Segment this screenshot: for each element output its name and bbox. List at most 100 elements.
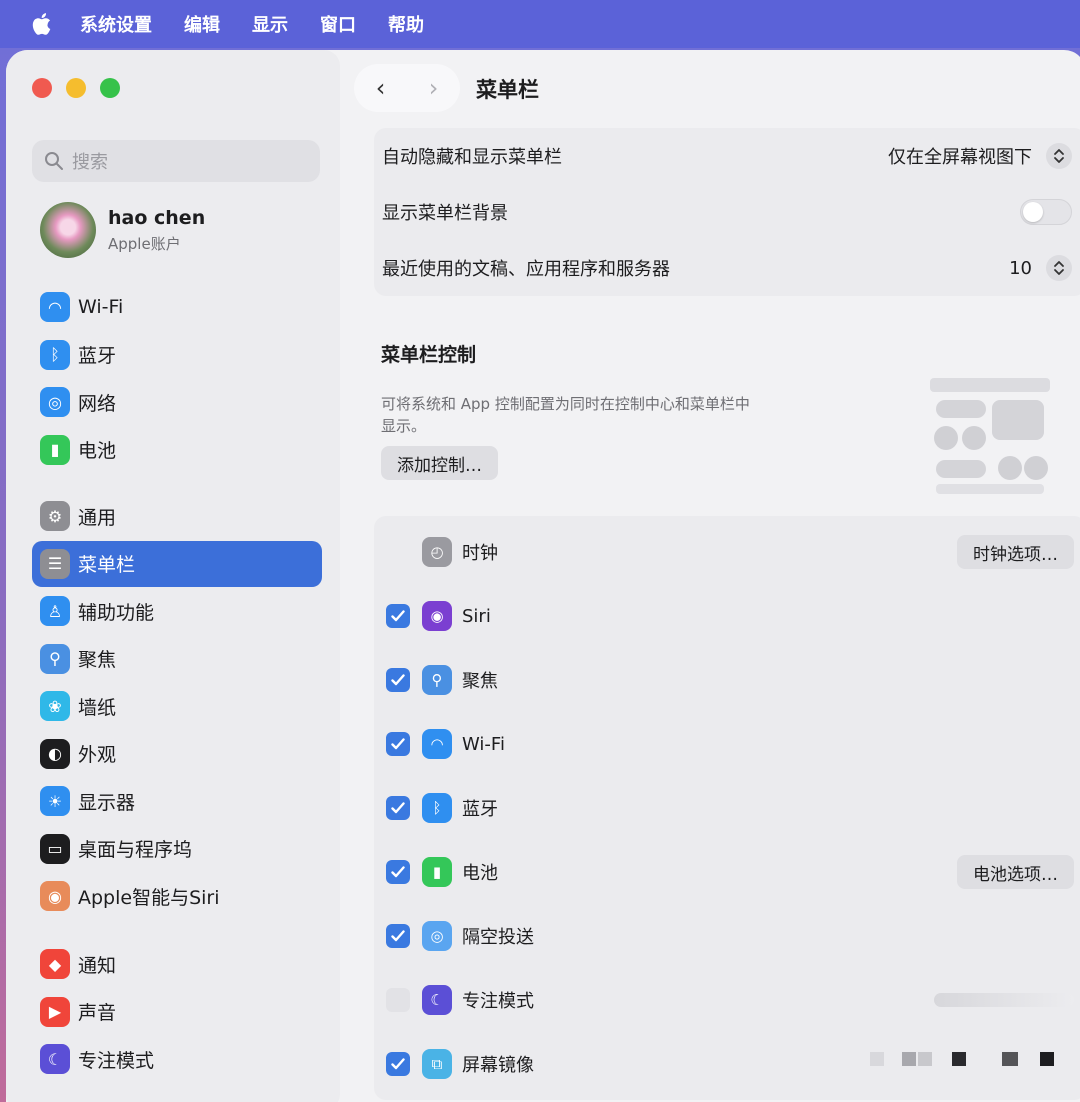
setting-row-recent: 最近使用的文稿、应用程序和服务器 10 bbox=[374, 240, 1080, 296]
airdrop-icon: ◎ bbox=[422, 921, 452, 951]
sidebar-item-label: 电池 bbox=[78, 440, 117, 462]
sidebar-item[interactable]: ❀ 墙纸 bbox=[32, 683, 322, 729]
checkmark-icon bbox=[391, 802, 405, 814]
show-menubar-background-toggle[interactable] bbox=[1020, 199, 1072, 225]
setting-label: 显示菜单栏背景 bbox=[382, 203, 508, 224]
sidebar-item-label: Apple智能与Siri bbox=[78, 886, 220, 909]
item-label: 电池 bbox=[462, 863, 498, 884]
menubar-icon: ☰ bbox=[40, 548, 70, 579]
minimize-window-button[interactable] bbox=[66, 78, 86, 98]
sidebar-item[interactable]: ⚙ 通用 bbox=[32, 493, 322, 539]
chevron-updown-icon bbox=[1054, 261, 1064, 275]
apple-logo-icon[interactable] bbox=[30, 11, 52, 37]
sound-icon: ▶ bbox=[40, 996, 70, 1027]
list-item: ▮ 电池 电池选项… bbox=[374, 840, 1080, 904]
sidebar: 搜索 hao chen Apple账户 ◠ Wi-Fi ᛒ 蓝牙 ◎ 网络 ▮ 电池 ⚙ 通用 ☰… bbox=[6, 50, 340, 1102]
sidebar-item[interactable]: ▶ 声音 bbox=[32, 989, 322, 1035]
checkmark-icon bbox=[391, 610, 405, 622]
sidebar-item-label: 墙纸 bbox=[78, 696, 117, 719]
sidebar-item-label: Wi-Fi bbox=[78, 296, 124, 318]
list-item: ◠ Wi-Fi bbox=[374, 712, 1080, 776]
list-item: ◎ 隔空投送 bbox=[374, 904, 1080, 968]
back-button[interactable]: ‹ bbox=[376, 74, 386, 102]
sidebar-item[interactable]: ᛒ 蓝牙 bbox=[32, 332, 322, 378]
item-label: 聚焦 bbox=[462, 671, 498, 692]
forward-button[interactable]: › bbox=[429, 74, 439, 102]
checkbox[interactable] bbox=[386, 1052, 410, 1076]
wifi-icon: ◠ bbox=[422, 729, 452, 759]
globe-icon: ◎ bbox=[40, 387, 70, 417]
mosaic-block bbox=[870, 1052, 884, 1066]
sidebar-item[interactable]: ☀ 显示器 bbox=[32, 778, 322, 824]
sidebar-item-label: 桌面与程序坞 bbox=[78, 839, 193, 861]
sidebar-item-label: 网络 bbox=[78, 392, 117, 415]
accessibility-icon: ♙ bbox=[40, 596, 70, 626]
mosaic-block bbox=[902, 1052, 916, 1066]
account-subtitle: Apple账户 bbox=[108, 234, 181, 253]
item-options-button[interactable]: 电池选项… bbox=[957, 855, 1074, 889]
item-options-button[interactable]: 时钟选项… bbox=[957, 535, 1074, 569]
bluetooth-icon: ᛒ bbox=[422, 793, 452, 823]
sidebar-item-label: 通知 bbox=[78, 954, 117, 977]
sidebar-item[interactable]: ◆ 通知 bbox=[32, 941, 322, 987]
checkbox[interactable] bbox=[386, 924, 410, 948]
sidebar-item[interactable]: ☰ 菜单栏 bbox=[32, 540, 322, 587]
sidebar-item[interactable]: ▭ 桌面与程序坞 bbox=[32, 826, 322, 872]
recent-items-popup-button[interactable] bbox=[1046, 255, 1072, 281]
zoom-window-button[interactable] bbox=[100, 78, 120, 98]
sidebar-item[interactable]: ☾ 专注模式 bbox=[32, 1036, 322, 1082]
menu-help[interactable]: 帮助 bbox=[388, 11, 424, 37]
setting-label: 自动隐藏和显示菜单栏 bbox=[382, 147, 562, 168]
sidebar-item-label: 外观 bbox=[78, 744, 117, 766]
menu-window[interactable]: 窗口 bbox=[320, 11, 356, 37]
sidebar-item[interactable]: ◠ Wi-Fi bbox=[32, 284, 322, 330]
apple-account[interactable]: hao chen Apple账户 bbox=[40, 202, 205, 258]
checkbox[interactable] bbox=[386, 604, 410, 628]
autohide-value[interactable]: 仅在全屏幕视图下 bbox=[888, 143, 1032, 169]
mosaic-block bbox=[1002, 1052, 1018, 1066]
mosaic-block bbox=[1040, 1052, 1054, 1066]
add-control-button[interactable]: 添加控制… bbox=[381, 446, 498, 480]
menu-view[interactable]: 显示 bbox=[252, 11, 288, 37]
sidebar-item[interactable]: ◐ 外观 bbox=[32, 731, 322, 777]
item-label: Wi-Fi bbox=[462, 733, 505, 755]
sidebar-item[interactable]: ▮ 电池 bbox=[32, 427, 322, 473]
sidebar-item[interactable]: ♙ 辅助功能 bbox=[32, 588, 322, 634]
menu-system-settings[interactable]: 系统设置 bbox=[80, 11, 152, 37]
list-item: ◉ Siri bbox=[374, 584, 1080, 648]
section-description: 可将系统和 App 控制配置为同时在控制中心和菜单栏中显示。 bbox=[381, 395, 750, 435]
menu-edit[interactable]: 编辑 bbox=[184, 11, 220, 37]
checkbox[interactable] bbox=[386, 988, 410, 1012]
list-item: ⧉ 屏幕镜像 bbox=[374, 1032, 1080, 1096]
sidebar-item[interactable]: ◉ Apple智能与Siri bbox=[32, 873, 322, 919]
close-window-button[interactable] bbox=[32, 78, 52, 98]
sidebar-item-label: 专注模式 bbox=[78, 1049, 155, 1072]
account-name: hao chen bbox=[108, 206, 206, 229]
checkbox[interactable] bbox=[386, 668, 410, 692]
dock-icon: ▭ bbox=[40, 833, 70, 864]
recent-items-value[interactable]: 10 bbox=[1009, 258, 1032, 279]
checkbox[interactable] bbox=[386, 860, 410, 884]
setting-label: 最近使用的文稿、应用程序和服务器 bbox=[382, 259, 670, 280]
settings-window: 搜索 hao chen Apple账户 ◠ Wi-Fi ᛒ 蓝牙 ◎ 网络 ▮ 电池 ⚙ 通用 ☰… bbox=[6, 50, 1080, 1102]
sidebar-item[interactable]: ⚲ 聚焦 bbox=[32, 636, 322, 682]
autohide-popup-button[interactable] bbox=[1046, 143, 1072, 169]
list-item: ⚲ 聚焦 bbox=[374, 648, 1080, 712]
item-label: Siri bbox=[462, 605, 491, 627]
item-label: 隔空投送 bbox=[462, 927, 534, 948]
gear-icon: ⚙ bbox=[40, 501, 70, 531]
main-pane: ‹ › 菜单栏 自动隐藏和显示菜单栏 仅在全屏幕视图下 显示菜单栏背景 最近使用… bbox=[340, 50, 1080, 1102]
battery-icon: ▮ bbox=[422, 857, 452, 887]
sidebar-item[interactable]: ◎ 网络 bbox=[32, 379, 322, 425]
search-input[interactable]: 搜索 bbox=[32, 140, 320, 182]
list-item: ᛒ 蓝牙 bbox=[374, 776, 1080, 840]
sidebar-group-system: ⚙ 通用 ☰ 菜单栏 ♙ 辅助功能 ⚲ 聚焦 ❀ 墙纸 ◐ 外观 ☀ 显示器 ▭ 桌面与程序坞 ◉ Apple智能… bbox=[32, 493, 322, 921]
checkbox[interactable] bbox=[386, 796, 410, 820]
siri-icon: ◉ bbox=[422, 601, 452, 631]
item-label: 时钟 bbox=[462, 543, 498, 564]
checkbox[interactable] bbox=[386, 732, 410, 756]
checkmark-icon bbox=[391, 1058, 405, 1070]
spotlight-icon: ⚲ bbox=[422, 665, 452, 695]
control-center-preview-image bbox=[930, 378, 1050, 494]
list-item: ◴ 时钟 时钟选项… bbox=[374, 520, 1080, 584]
